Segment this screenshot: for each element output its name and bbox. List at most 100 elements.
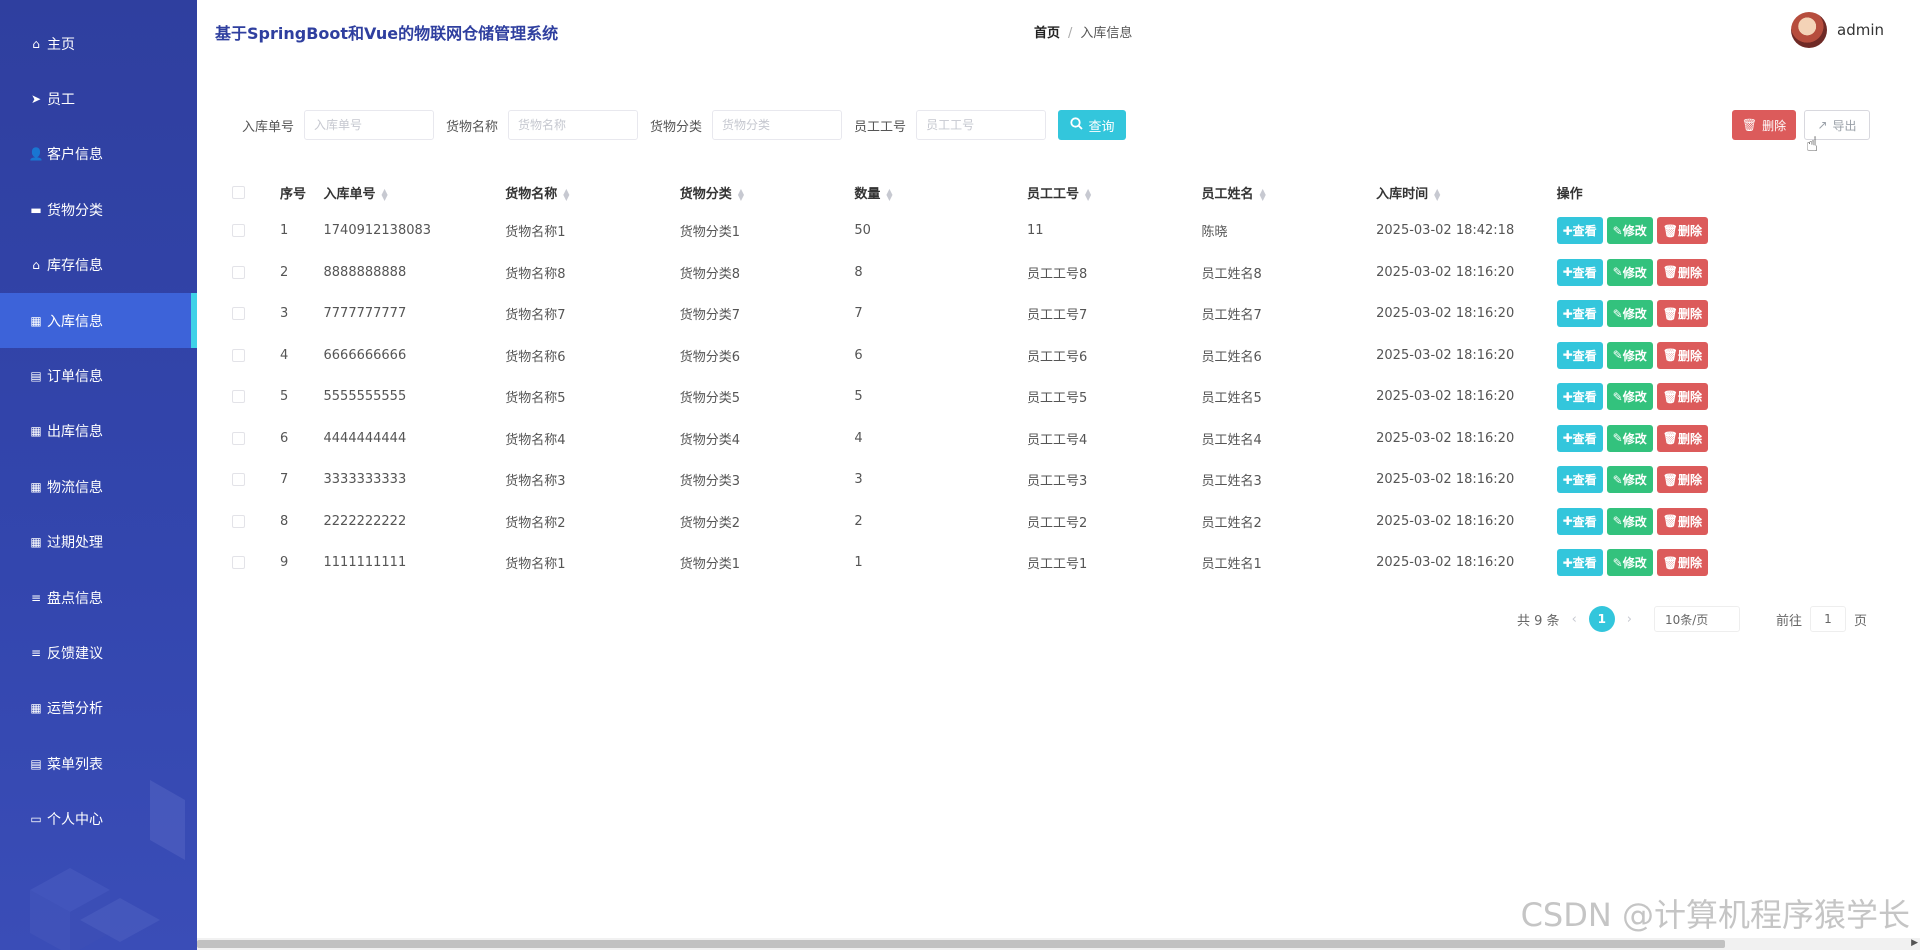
- view-button[interactable]: ✚ 查看: [1556, 507, 1603, 535]
- employee-id-input[interactable]: [916, 110, 1047, 140]
- col-header-category[interactable]: 货物分类 ▲ ▼: [680, 175, 855, 210]
- view-button[interactable]: ✚ 查看: [1556, 341, 1603, 369]
- sidebar-item-11[interactable]: ≡ 反馈建议: [0, 625, 197, 680]
- sort-icon[interactable]: ▲ ▼: [382, 187, 388, 201]
- row-select-cell[interactable]: [232, 459, 280, 501]
- delete-button[interactable]: 🗑 删除: [1656, 217, 1708, 245]
- row-select-cell[interactable]: [232, 293, 280, 335]
- row-checkbox[interactable]: [232, 307, 245, 321]
- col-header-quantity[interactable]: 数量 ▲ ▼: [854, 175, 1027, 210]
- sidebar-item-1[interactable]: ➤ 员工: [0, 71, 197, 126]
- sidebar-item-3[interactable]: ▬ 货物分类: [0, 182, 197, 237]
- sort-icon[interactable]: ▲ ▼: [1434, 187, 1440, 201]
- col-header-time[interactable]: 入库时间 ▲ ▼: [1376, 175, 1556, 210]
- row-select-cell[interactable]: [232, 335, 280, 377]
- delete-button[interactable]: 🗑 删除: [1656, 341, 1708, 369]
- goto-page-input[interactable]: 1: [1809, 606, 1846, 632]
- delete-button[interactable]: 🗑 删除: [1656, 383, 1708, 411]
- row-select-cell[interactable]: [232, 418, 280, 460]
- order-number-input[interactable]: [304, 110, 435, 140]
- delete-button[interactable]: 🗑 删除: [1656, 300, 1708, 328]
- row-checkbox[interactable]: [232, 514, 245, 528]
- delete-button[interactable]: 🗑 删除: [1656, 258, 1708, 286]
- edit-button[interactable]: ✎ 修改: [1606, 217, 1653, 245]
- sidebar-item-9[interactable]: ▦ 过期处理: [0, 515, 197, 570]
- row-select-cell[interactable]: [232, 210, 280, 252]
- edit-button[interactable]: ✎ 修改: [1606, 300, 1653, 328]
- sort-icon[interactable]: ▲ ▼: [1085, 187, 1091, 201]
- edit-button[interactable]: ✎ 修改: [1606, 258, 1653, 286]
- sidebar-item-14[interactable]: ▭ 个人中心: [0, 791, 197, 846]
- sort-icon[interactable]: ▲ ▼: [1260, 187, 1266, 201]
- sidebar-item-8[interactable]: ▦ 物流信息: [0, 459, 197, 514]
- sidebar-item-4[interactable]: ⌂ 库存信息: [0, 238, 197, 293]
- view-button[interactable]: ✚ 查看: [1556, 217, 1603, 245]
- row-checkbox[interactable]: [232, 431, 245, 445]
- edit-button[interactable]: ✎ 修改: [1606, 424, 1653, 452]
- edit-button[interactable]: ✎ 修改: [1606, 549, 1653, 577]
- goods-category-input[interactable]: [712, 110, 843, 140]
- row-checkbox[interactable]: [232, 224, 245, 238]
- table-row[interactable]: 5 5555555555 货物名称5 货物分类5 5 员工工号5 员工姓名5 2025-03-…: [232, 376, 1712, 418]
- row-checkbox[interactable]: [232, 348, 245, 362]
- sidebar-item-6[interactable]: ▤ 订单信息: [0, 348, 197, 403]
- view-button[interactable]: ✚ 查看: [1556, 424, 1603, 452]
- table-row[interactable]: 1 1740912138083 货物名称1 货物分类1 50 11 陈晓 2025-03-02…: [232, 210, 1712, 252]
- delete-button[interactable]: 🗑 删除: [1656, 507, 1708, 535]
- table-row[interactable]: 4 6666666666 货物名称6 货物分类6 6 员工工号6 员工姓名6 2025-03-…: [232, 335, 1712, 377]
- sidebar-item-2[interactable]: 👤 客户信息: [0, 127, 197, 182]
- row-checkbox[interactable]: [232, 390, 245, 404]
- col-header-employee-id[interactable]: 员工工号 ▲ ▼: [1027, 175, 1202, 210]
- view-button[interactable]: ✚ 查看: [1556, 300, 1603, 328]
- sidebar-item-0[interactable]: ⌂ 主页: [0, 16, 197, 71]
- next-page-icon[interactable]: ›: [1627, 612, 1632, 627]
- view-button[interactable]: ✚ 查看: [1556, 383, 1603, 411]
- delete-button[interactable]: 🗑 删除: [1656, 549, 1708, 577]
- username[interactable]: admin: [1837, 21, 1884, 39]
- user-menu[interactable]: admin: [1791, 12, 1884, 48]
- select-all-cell[interactable]: [232, 175, 280, 210]
- col-header-goods-name[interactable]: 货物名称 ▲ ▼: [505, 175, 680, 210]
- page-number-current[interactable]: 1: [1588, 606, 1615, 632]
- sidebar-item-7[interactable]: ▦ 出库信息: [0, 404, 197, 459]
- table-row[interactable]: 8 2222222222 货物名称2 货物分类2 2 员工工号2 员工姓名2 2025-03-…: [232, 501, 1712, 543]
- sort-icon[interactable]: ▲ ▼: [738, 187, 744, 201]
- row-checkbox[interactable]: [232, 265, 245, 279]
- row-select-cell[interactable]: [232, 376, 280, 418]
- col-header-order[interactable]: 入库单号 ▲ ▼: [324, 175, 506, 210]
- table-row[interactable]: 6 4444444444 货物名称4 货物分类4 4 员工工号4 员工姓名4 2025-03-…: [232, 418, 1712, 460]
- view-button[interactable]: ✚ 查看: [1556, 549, 1603, 577]
- scrollbar-thumb[interactable]: [197, 940, 1725, 948]
- query-button[interactable]: 查询: [1058, 110, 1127, 140]
- sidebar-item-10[interactable]: ≡ 盘点信息: [0, 570, 197, 625]
- prev-page-icon[interactable]: ‹: [1572, 612, 1577, 627]
- delete-button[interactable]: 🗑 删除: [1656, 424, 1708, 452]
- sidebar-item-12[interactable]: ▦ 运营分析: [0, 681, 197, 736]
- sidebar-item-5[interactable]: ▦ 入库信息: [0, 292, 197, 349]
- batch-delete-button[interactable]: 🗑 删除: [1732, 110, 1796, 140]
- select-all-checkbox[interactable]: [232, 186, 245, 199]
- view-button[interactable]: ✚ 查看: [1556, 258, 1603, 286]
- table-row[interactable]: 3 7777777777 货物名称7 货物分类7 7 员工工号7 员工姓名7 2025-03-…: [232, 293, 1712, 335]
- edit-button[interactable]: ✎ 修改: [1606, 341, 1653, 369]
- row-select-cell[interactable]: [232, 252, 280, 294]
- edit-button[interactable]: ✎ 修改: [1606, 383, 1653, 411]
- delete-button[interactable]: 🗑 删除: [1656, 466, 1708, 494]
- horizontal-scrollbar[interactable]: ▶: [197, 938, 1920, 950]
- sort-icon[interactable]: ▲ ▼: [563, 187, 569, 201]
- avatar[interactable]: [1791, 12, 1827, 48]
- edit-button[interactable]: ✎ 修改: [1606, 507, 1653, 535]
- col-header-employee-name[interactable]: 员工姓名 ▲ ▼: [1202, 175, 1377, 210]
- view-button[interactable]: ✚ 查看: [1556, 466, 1603, 494]
- row-select-cell[interactable]: [232, 501, 280, 543]
- row-select-cell[interactable]: [232, 542, 280, 584]
- sort-icon[interactable]: ▲ ▼: [886, 187, 892, 201]
- row-checkbox[interactable]: [232, 556, 245, 570]
- row-checkbox[interactable]: [232, 473, 245, 487]
- page-size-select[interactable]: 10条/页: [1653, 606, 1740, 632]
- goods-name-input[interactable]: [508, 110, 639, 140]
- edit-button[interactable]: ✎ 修改: [1606, 466, 1653, 494]
- table-row[interactable]: 7 3333333333 货物名称3 货物分类3 3 员工工号3 员工姓名3 2025-03-…: [232, 459, 1712, 501]
- table-row[interactable]: 2 8888888888 货物名称8 货物分类8 8 员工工号8 员工姓名8 2025-03-…: [232, 252, 1712, 294]
- table-row[interactable]: 9 1111111111 货物名称1 货物分类1 1 员工工号1 员工姓名1 2025-03-…: [232, 542, 1712, 584]
